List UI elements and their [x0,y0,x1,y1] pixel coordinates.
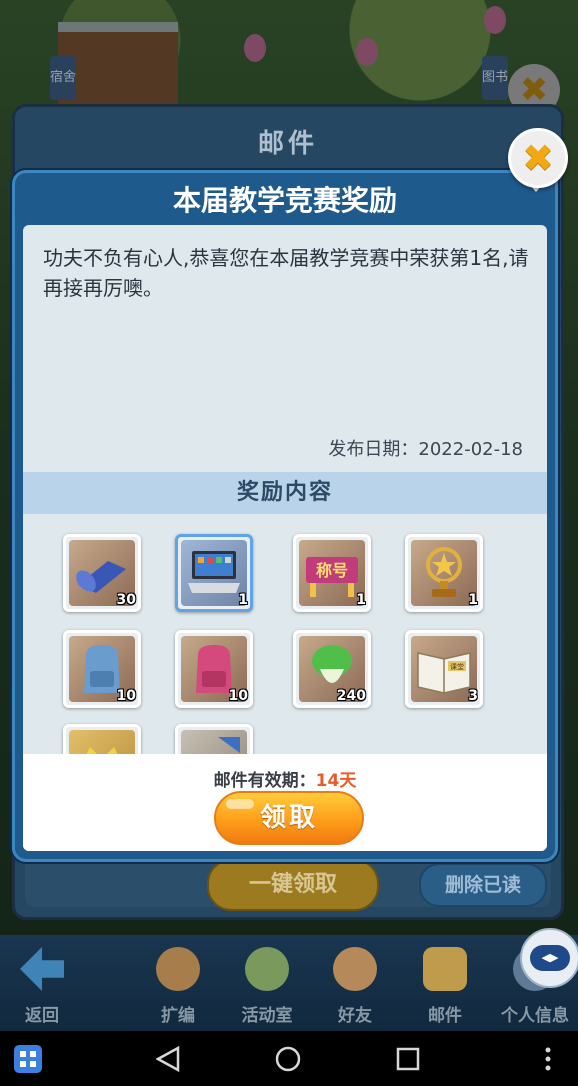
reward-item-blue-mat[interactable]: 30 [63,534,141,612]
recents-square-icon [396,1047,420,1070]
reward-dialog: 本届教学竞赛奖励 功夫不负有心人,恭喜您在本届教学竞赛中荣获第1名,请再接再厉噢… [12,170,558,862]
validity-label: 邮件有效期： [213,771,316,791]
mail-message: 功夫不负有心人,恭喜您在本届教学竞赛中荣获第1名,请再接再厉噢。 [43,246,529,300]
reward-grid: 30 1 称号 1 1 10 10 240 课堂 3 [23,514,547,754]
balloon [356,38,378,66]
reward-item-blue-backpack[interactable]: 10 [63,630,141,708]
reward-item-blue[interactable] [175,724,253,754]
nav-label: 个人信息 [501,1006,569,1026]
library-sign: 图书 [482,56,508,100]
laptop-icon [188,551,240,593]
item-count: 1 [356,592,366,608]
date-value: 2022-02-18 [418,439,523,460]
reward-item-crown[interactable] [63,724,141,754]
dorm-sign: 宿舍 [50,56,76,100]
back-triangle-icon [156,1045,180,1072]
nav-expand[interactable]: 扩编 [138,943,218,1029]
nav-label: 好友 [338,1006,372,1026]
item-count: 1 [238,592,248,608]
nav-back[interactable]: 返回 [2,943,82,1029]
reward-item-pink-backpack[interactable]: 10 [175,630,253,708]
crown-icon [86,747,118,754]
item-count: 30 [116,592,136,608]
mail-validity: 邮件有效期：14天 [23,766,547,791]
mail-icon [423,947,467,991]
item-count: 1 [468,592,478,608]
item-count: 240 [336,688,366,704]
rewards-header: 奖励内容 [23,472,547,514]
item-icon [218,737,240,753]
expand-staff-icon [156,947,200,991]
claim-button[interactable]: 领取 [214,791,364,845]
balloon [244,34,266,62]
close-dialog-button[interactable]: ✖ [508,128,568,188]
app-grid-icon [14,1044,42,1073]
system-nav-bar [0,1031,578,1086]
book-icon: 课堂 [417,652,471,694]
nav-friends[interactable]: 好友 [315,943,395,1029]
reward-item-trophy[interactable]: 1 [405,534,483,612]
more-options-button[interactable] [536,1031,560,1086]
activity-room-icon [245,947,289,991]
reward-item-title-sign[interactable]: 称号 1 [293,534,371,612]
nav-label: 扩编 [161,1006,195,1026]
trophy-icon [426,547,462,597]
nav-label: 邮件 [428,1006,462,1026]
item-count: 10 [228,688,248,704]
game-nav-bar: 返回 扩编 活动室 好友 邮件 个人信息 [0,935,578,1031]
validity-days: 14天 [315,771,357,791]
dialog-body: 功夫不负有心人,恭喜您在本届教学竞赛中荣获第1名,请再接再厉噢。 发布日期：20… [23,225,547,851]
home-button[interactable] [268,1031,308,1086]
home-circle-icon [275,1046,301,1071]
menu-toggle-button[interactable]: ◀▶ [520,928,578,988]
nav-label: 返回 [25,1006,59,1026]
mail-title: 邮件 [257,129,318,159]
item-count: 10 [116,688,136,704]
reward-item-laptop[interactable]: 1 [175,534,253,612]
dialog-footer: 邮件有效期：14天 领取 [23,754,547,851]
back-button[interactable] [148,1031,188,1086]
friends-icon [333,947,377,991]
claim-all-button[interactable]: 一键领取 [207,859,379,911]
nav-mail[interactable]: 邮件 [405,943,485,1029]
balloon [484,6,506,34]
reward-item-bok-choy[interactable]: 240 [293,630,371,708]
more-dots-icon [545,1047,551,1070]
recents-button[interactable] [388,1031,428,1086]
nav-activity-room[interactable]: 活动室 [227,943,307,1029]
app-drawer-button[interactable] [8,1031,48,1086]
title-sign-icon: 称号 [306,557,358,597]
collapse-arrows-icon: ◀▶ [530,945,570,971]
book-label: 课堂 [450,662,464,671]
back-arrow-icon [20,947,64,991]
delete-read-button[interactable]: 删除已读 [419,863,547,907]
dialog-title: 本届教学竞赛奖励 [172,184,397,217]
publish-date: 发布日期：2022-02-18 [328,435,523,461]
title-sign-text: 称号 [316,561,348,580]
close-icon: ✖ [522,136,554,180]
reward-item-lesson-book[interactable]: 课堂 3 [405,630,483,708]
item-count: 3 [468,688,478,704]
date-label: 发布日期： [328,439,419,460]
nav-label: 活动室 [241,1006,293,1026]
